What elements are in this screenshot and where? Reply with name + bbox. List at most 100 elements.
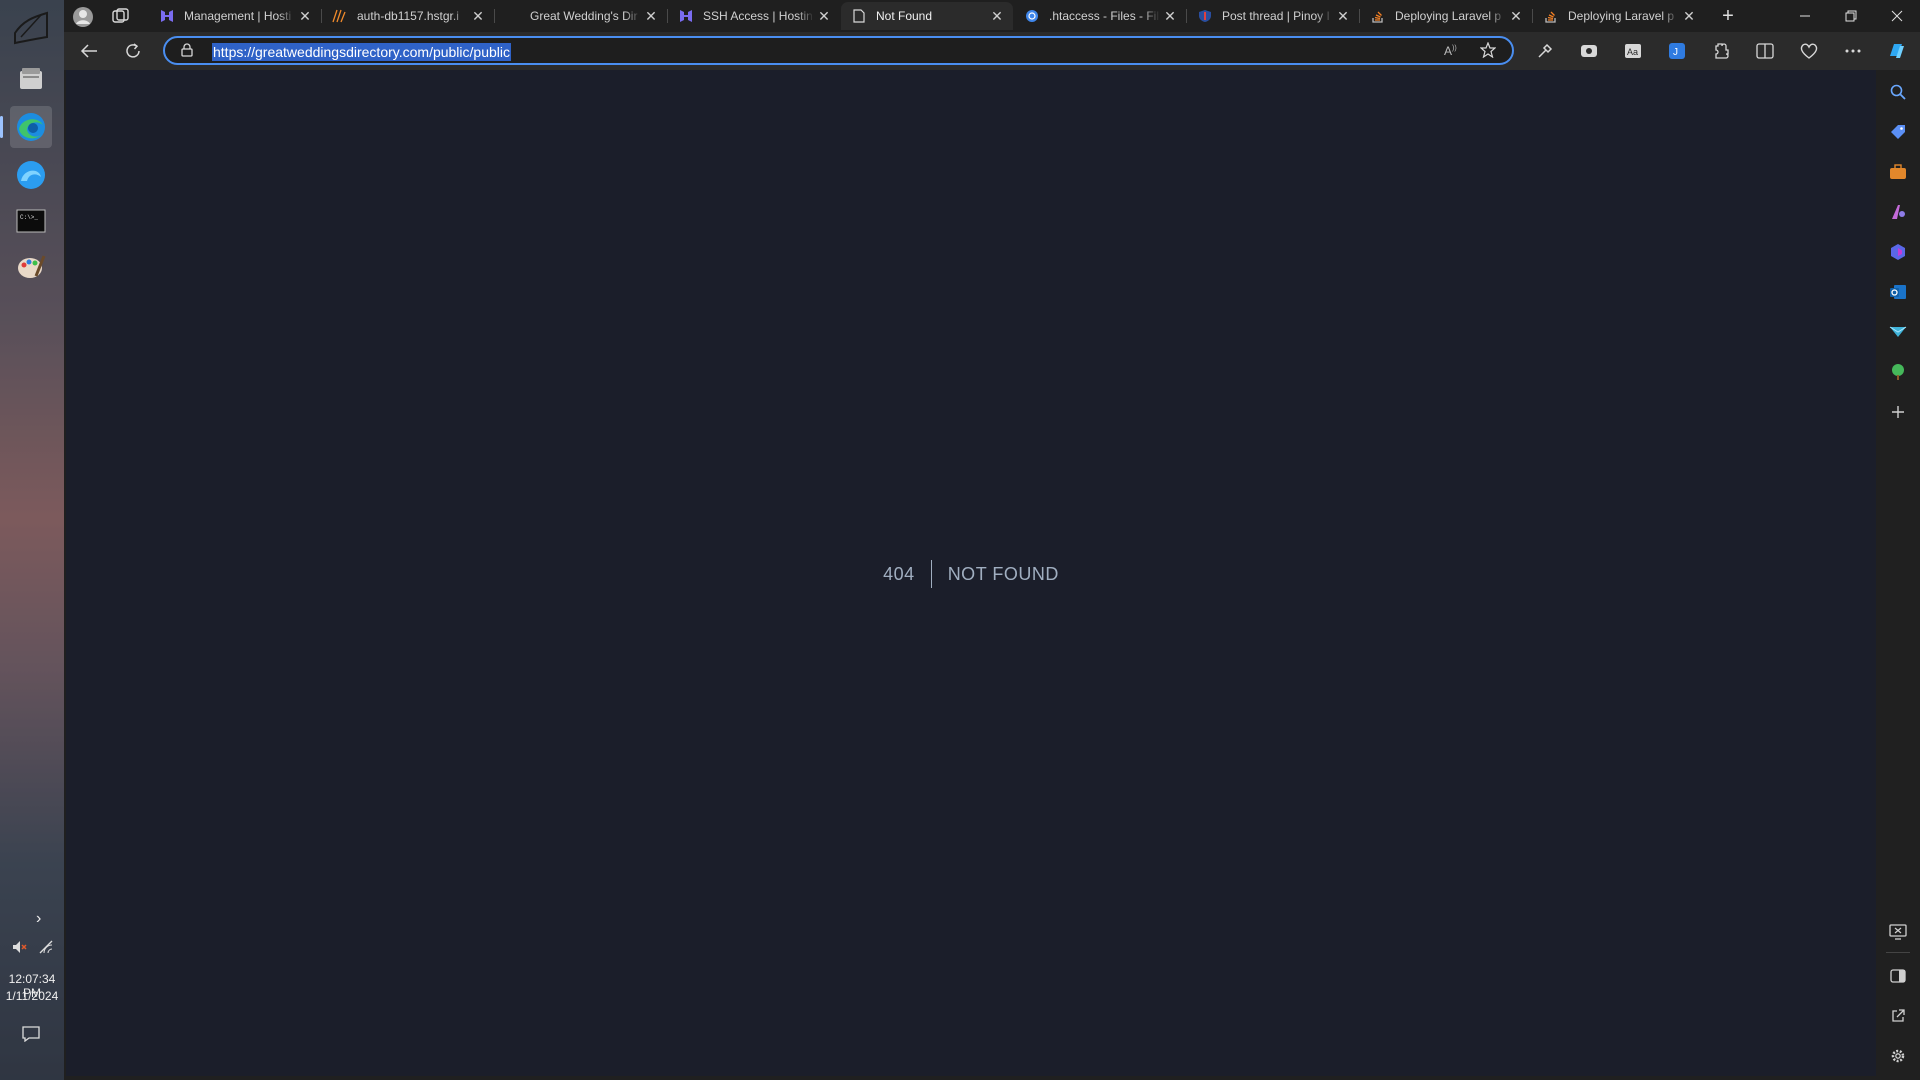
edge-alt-icon[interactable]: [10, 154, 52, 196]
system-tray: › 12:07:34 PM 1/11/2024: [0, 910, 64, 1080]
hostinger-icon: [159, 8, 175, 24]
minimize-icon: [1800, 15, 1810, 17]
page-content: 404 NOT FOUND: [66, 70, 1876, 1076]
restore-icon: [1845, 10, 1857, 22]
browser-essentials-icon[interactable]: [1794, 37, 1824, 65]
close-tab-icon[interactable]: ✕: [814, 8, 834, 25]
dictionary-icon[interactable]: Aa: [1618, 37, 1648, 65]
clock-date[interactable]: 1/11/2024: [0, 989, 64, 1003]
file-explorer-icon[interactable]: [10, 58, 52, 100]
refresh-icon: [126, 43, 140, 58]
close-tab-icon[interactable]: ✕: [295, 8, 315, 25]
paint-icon[interactable]: [10, 246, 52, 288]
phpmyadmin-icon: [332, 8, 348, 24]
outlook-icon[interactable]: [1888, 282, 1908, 302]
not-found-message: 404 NOT FOUND: [66, 560, 1876, 588]
shield-icon: [1197, 8, 1213, 24]
svg-text:A: A: [1444, 44, 1452, 57]
sidebar-divider: [1886, 952, 1910, 953]
terminal-icon[interactable]: C:\>_: [10, 200, 52, 242]
screenshot-icon[interactable]: [1574, 37, 1604, 65]
tab-title: Management | Hosti: [184, 9, 292, 23]
svg-text:C:\>_: C:\>_: [20, 214, 38, 221]
error-code: 404: [883, 560, 932, 588]
notification-icon[interactable]: [22, 1026, 40, 1047]
add-sidebar-app-icon[interactable]: [1888, 402, 1908, 422]
close-tab-icon[interactable]: ✕: [468, 8, 488, 25]
tab-1[interactable]: Management | Hosti ✕: [149, 2, 321, 30]
volume-muted-icon[interactable]: [12, 940, 28, 959]
page-icon: [851, 8, 867, 24]
close-tab-icon[interactable]: ✕: [1679, 8, 1699, 25]
tab-7[interactable]: Post thread | Pinoy I ✕: [1187, 2, 1359, 30]
refresh-button[interactable]: [118, 37, 148, 65]
tab-9[interactable]: Deploying Laravel p ✕: [1533, 2, 1705, 30]
hostinger-icon: [678, 8, 694, 24]
profile-avatar-icon[interactable]: [72, 6, 94, 33]
edge-sidebar: [1876, 70, 1920, 1080]
url-text[interactable]: https://greatweddingsdirectory.com/publi…: [212, 43, 512, 61]
address-bar[interactable]: https://greatweddingsdirectory.com/publi…: [163, 36, 1514, 65]
tab-title: Not Found: [876, 9, 933, 23]
eyedropper-icon[interactable]: [1530, 37, 1560, 65]
tab-6[interactable]: .htaccess - Files - Fil ✕: [1014, 2, 1186, 30]
shopping-tag-icon[interactable]: [1888, 122, 1908, 142]
edge-browser-icon[interactable]: [10, 106, 52, 148]
tab-title: Great Wedding's Dir: [530, 9, 638, 23]
settings-gear-icon[interactable]: [1888, 1046, 1908, 1066]
tab-title: Deploying Laravel p: [1568, 9, 1675, 23]
minimize-button[interactable]: [1782, 0, 1828, 32]
workspaces-icon[interactable]: [112, 8, 130, 29]
close-tab-icon[interactable]: ✕: [1506, 8, 1526, 25]
tab-title: Deploying Laravel p: [1395, 9, 1502, 23]
tab-title: auth-db1157.hstgr.i: [357, 9, 459, 23]
stackoverflow-icon: [1370, 8, 1386, 24]
restore-button[interactable]: [1828, 0, 1874, 32]
close-tab-icon[interactable]: ✕: [1160, 8, 1180, 25]
close-icon: [1891, 10, 1903, 22]
back-button[interactable]: [74, 37, 104, 65]
tab-8[interactable]: Deploying Laravel p ✕: [1360, 2, 1532, 30]
tab-3[interactable]: Great Wedding's Dir ✕: [495, 2, 667, 30]
tab-4[interactable]: SSH Access | Hostin ✕: [668, 2, 840, 30]
drop-send-icon[interactable]: [1888, 322, 1908, 342]
svg-text:)): )): [1452, 45, 1457, 52]
copilot-icon[interactable]: [1882, 37, 1912, 65]
new-tab-button[interactable]: +: [1718, 4, 1738, 28]
close-tab-icon[interactable]: ✕: [1333, 8, 1353, 25]
hide-sidebar-icon[interactable]: [1888, 966, 1908, 986]
tab-5[interactable]: Not Found ✕: [841, 2, 1013, 30]
lock-icon[interactable]: [181, 43, 193, 62]
chevron-right-icon[interactable]: ›: [36, 910, 41, 928]
open-external-icon[interactable]: [1888, 1006, 1908, 1026]
tab-title: SSH Access | Hostin: [703, 9, 813, 23]
close-tab-icon[interactable]: ✕: [641, 8, 661, 25]
split-screen-icon[interactable]: [1750, 37, 1780, 65]
translate-extension-icon[interactable]: J: [1662, 37, 1692, 65]
close-window-button[interactable]: [1874, 0, 1920, 32]
read-aloud-icon[interactable]: A)): [1444, 43, 1460, 62]
stackoverflow-icon: [1543, 8, 1559, 24]
start-flag-icon[interactable]: [10, 6, 52, 48]
window-bottom-edge: [64, 1076, 1876, 1080]
network-icon[interactable]: [38, 940, 54, 959]
screen-cast-icon[interactable]: [1888, 922, 1908, 942]
games-icon[interactable]: [1888, 202, 1908, 222]
tools-briefcase-icon[interactable]: [1888, 162, 1908, 182]
tab-title: .htaccess - Files - Fil: [1049, 9, 1160, 23]
error-message: NOT FOUND: [947, 564, 1059, 584]
search-icon[interactable]: [1888, 82, 1908, 102]
close-tab-icon[interactable]: ✕: [987, 8, 1007, 25]
tree-icon[interactable]: [1888, 362, 1908, 382]
active-app-indicator: [0, 116, 3, 138]
more-options-icon[interactable]: [1838, 37, 1868, 65]
extensions-icon[interactable]: [1706, 37, 1736, 65]
tab-2[interactable]: auth-db1157.hstgr.i ✕: [322, 2, 494, 30]
back-arrow-icon: [80, 44, 97, 58]
tab-title: Post thread | Pinoy I: [1222, 9, 1330, 23]
svg-text:Aa: Aa: [1627, 47, 1638, 57]
favorite-star-icon[interactable]: [1479, 41, 1497, 63]
microsoft-365-icon[interactable]: [1888, 242, 1908, 262]
svg-text:J: J: [1673, 47, 1678, 58]
blank-icon: [505, 8, 521, 24]
